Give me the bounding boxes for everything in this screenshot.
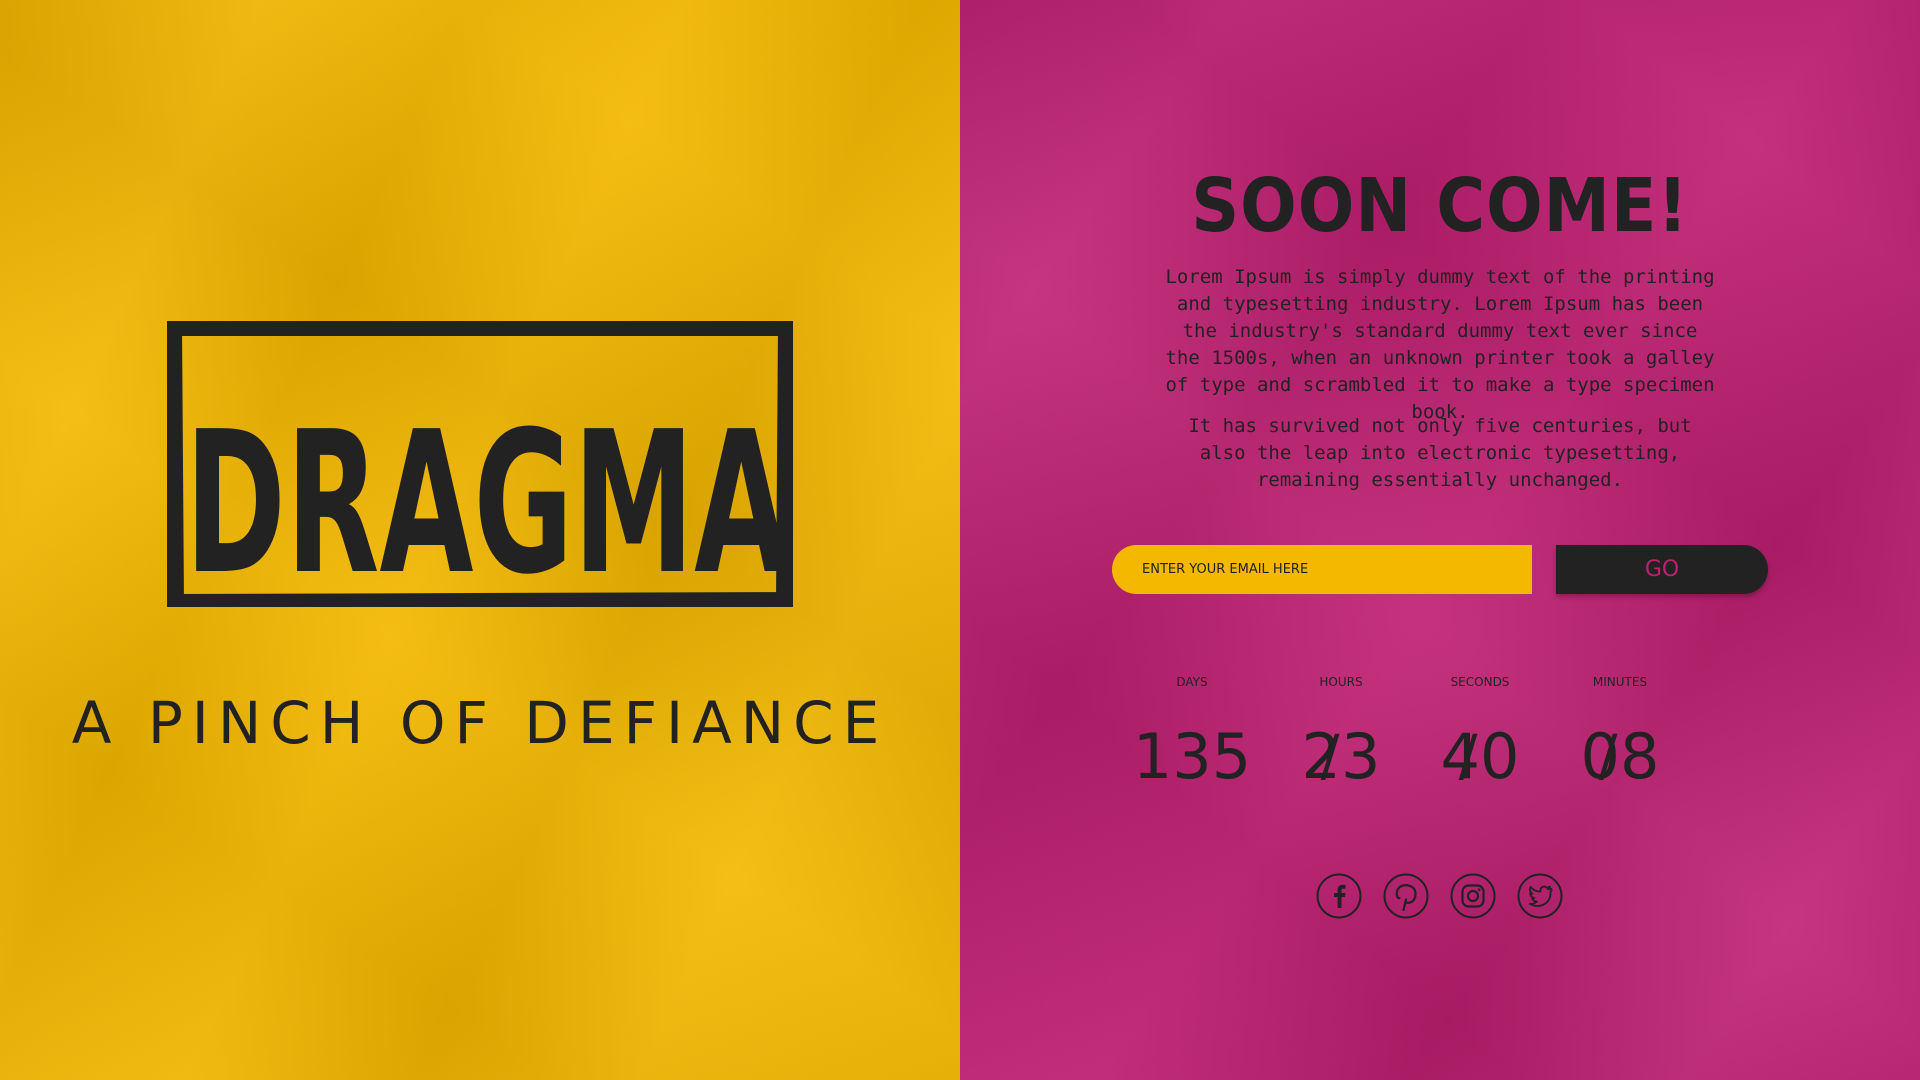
brand-logo: DRAGMA [167, 321, 793, 607]
brand-tagline: A PINCH OF DEFIANCE [71, 689, 889, 757]
countdown-days-label: DAYS [1176, 675, 1208, 689]
countdown-hours-label: HOURS [1319, 675, 1363, 689]
countdown-minutes-value: 08 [1580, 720, 1660, 793]
logo-wordmark: DRAGMA [185, 390, 789, 618]
instagram-icon[interactable] [1450, 873, 1496, 919]
countdown-days-value: 135 [1132, 720, 1252, 793]
countdown-seconds-label: SECONDS [1450, 675, 1510, 689]
intro-paragraph: Lorem Ipsum is simply dummy text of the … [1165, 266, 1715, 423]
email-field[interactable] [1112, 545, 1532, 594]
countdown-minutes-label: MINUTES [1592, 675, 1648, 689]
go-button[interactable]: GO [1556, 545, 1768, 594]
page-title: SOON COME! [1191, 163, 1689, 249]
secondary-paragraph: It has survived not only five centuries,… [1188, 415, 1692, 491]
brand-panel: DRAGMA A PINCH OF DEFIANCE [0, 0, 960, 1080]
twitter-icon[interactable] [1517, 873, 1563, 919]
pinterest-icon[interactable] [1383, 873, 1429, 919]
coming-soon-panel: SOON COME! Lorem Ipsum is simply dummy t… [960, 0, 1920, 1080]
facebook-icon[interactable] [1316, 873, 1362, 919]
countdown-seconds-value: 40 [1440, 720, 1520, 793]
countdown-hours-value: 23 [1301, 720, 1381, 793]
